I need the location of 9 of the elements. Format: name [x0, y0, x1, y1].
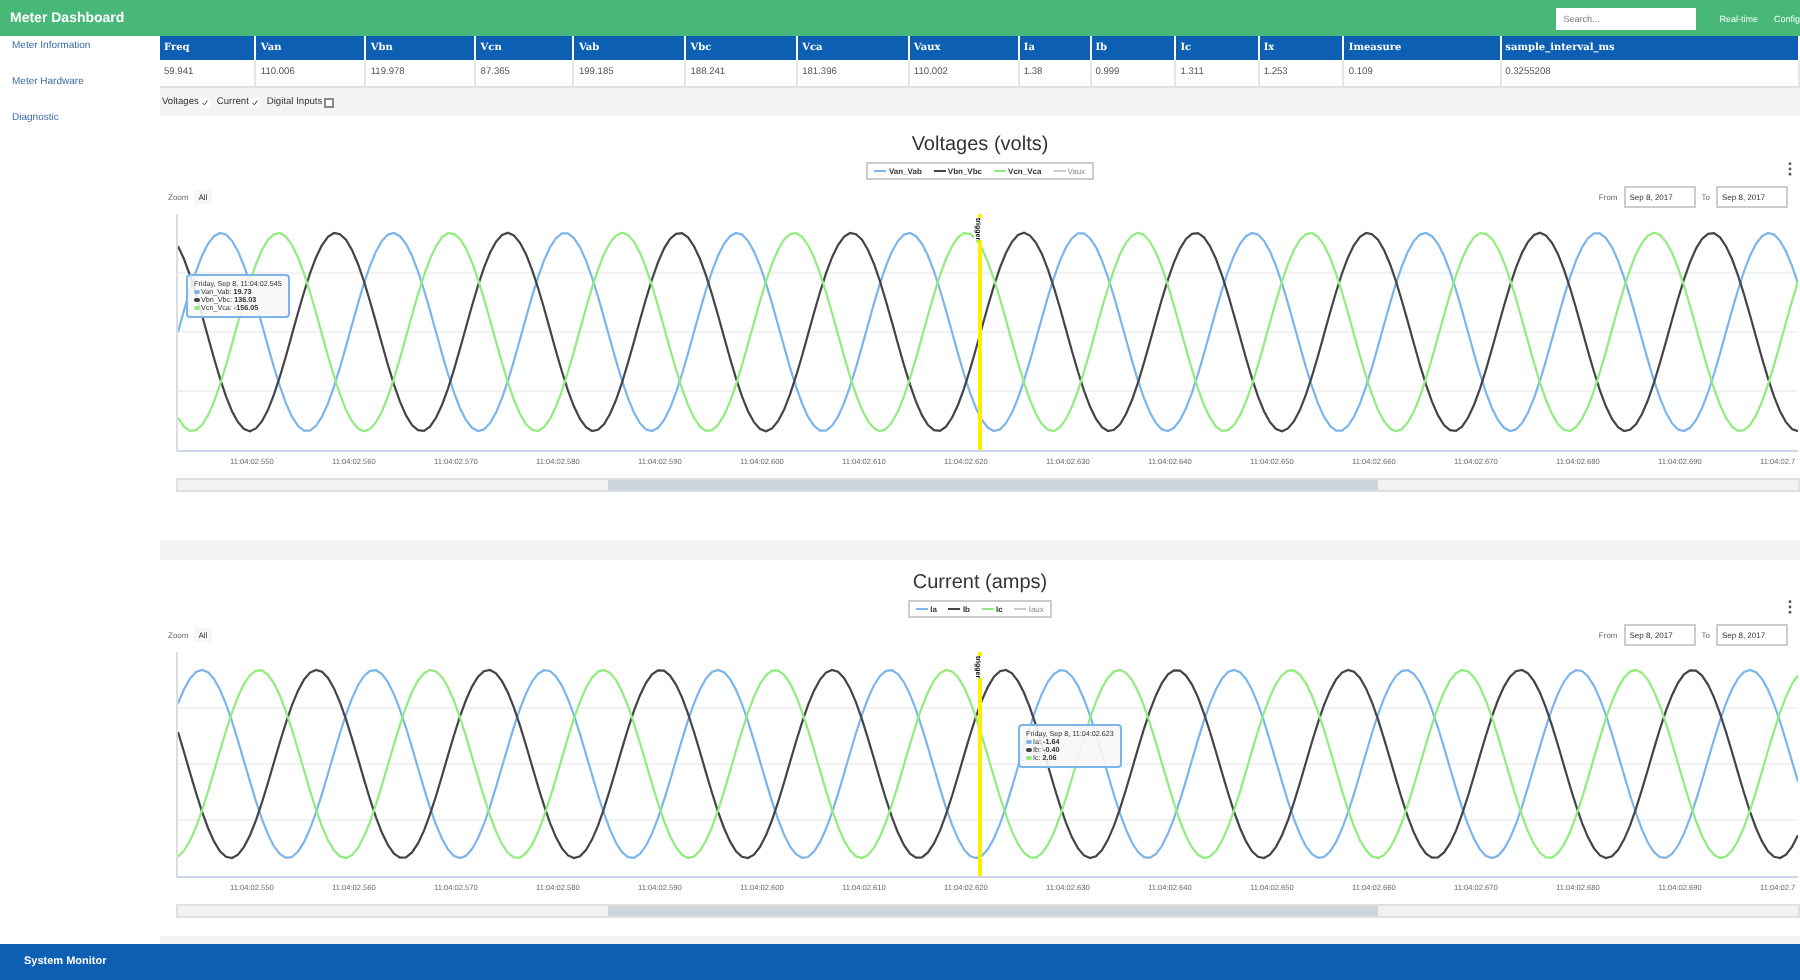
checkbox[interactable] [250, 97, 261, 107]
scrollbar[interactable] [176, 478, 1800, 492]
checkbox[interactable] [200, 97, 211, 107]
scrollbar[interactable] [176, 904, 1800, 918]
checkbox[interactable] [324, 97, 335, 107]
chart-title: Voltages (volts) [909, 132, 1051, 156]
scrollbar-thumb[interactable] [608, 480, 1378, 490]
chart-title: Current (amps) [910, 570, 1050, 594]
scrollbar-thumb[interactable] [608, 906, 1378, 916]
